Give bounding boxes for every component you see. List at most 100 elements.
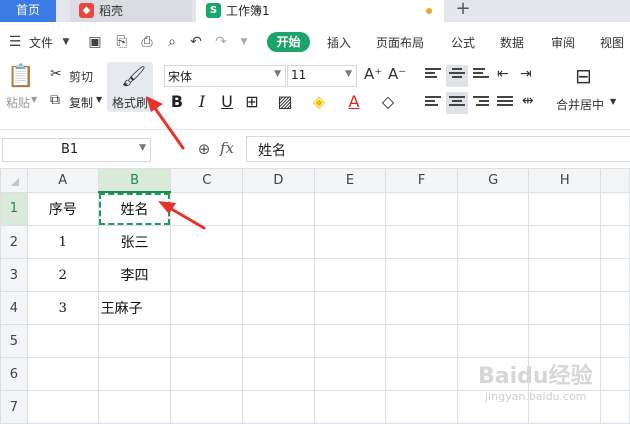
merge-center-icon[interactable]: ⊟ (575, 64, 592, 88)
cell-a6[interactable] (26, 357, 99, 391)
copy-icon[interactable]: ⧉ (50, 92, 60, 108)
paste-icon[interactable]: 📋 (7, 64, 34, 89)
column-header-g[interactable]: G (456, 168, 530, 193)
fx-icon[interactable]: fx (220, 139, 234, 157)
cell-a5[interactable] (26, 324, 99, 358)
cell-b2[interactable]: 张三 (97, 225, 172, 259)
cell-b5[interactable] (97, 324, 172, 358)
align-middle-icon[interactable] (449, 68, 465, 82)
align-right-icon[interactable] (473, 96, 489, 110)
redo-icon[interactable]: ↷ (212, 33, 230, 51)
bold-icon[interactable]: B (168, 92, 186, 111)
increase-font-icon[interactable]: A⁺ (364, 65, 382, 83)
underline-icon[interactable]: U (218, 92, 236, 111)
tab-workbook[interactable]: S 工作簿1 (196, 0, 444, 22)
format-painter-button[interactable]: 🖌 格式刷 (107, 62, 153, 112)
cell-e4[interactable] (313, 291, 387, 325)
fill-pattern-icon[interactable]: ▨ (276, 92, 294, 111)
cell-f6[interactable] (385, 357, 458, 391)
cell-e5[interactable] (313, 324, 387, 358)
cell-h2[interactable] (528, 225, 602, 259)
italic-icon[interactable]: I (193, 92, 211, 111)
border-icon[interactable]: ⊞ (243, 92, 261, 111)
column-header-a[interactable]: A (26, 168, 99, 193)
cell-h5[interactable] (528, 324, 602, 358)
cell-d4[interactable] (242, 291, 315, 325)
cell-c2[interactable] (170, 225, 244, 259)
cell-g1[interactable] (456, 191, 530, 226)
cell-h3[interactable] (528, 258, 602, 292)
column-header-f[interactable]: F (385, 168, 458, 193)
align-left-icon[interactable] (425, 96, 441, 110)
eraser-icon[interactable]: ◇ (379, 92, 397, 111)
print-preview-icon[interactable]: ⌕ (163, 33, 181, 51)
cell-d5[interactable] (242, 324, 315, 358)
menu-page-layout[interactable]: 页面布局 (376, 34, 424, 51)
cell-c5[interactable] (170, 324, 244, 358)
menu-start[interactable]: 开始 (267, 32, 310, 52)
menu-data[interactable]: 数据 (500, 34, 524, 51)
cell-c6[interactable] (170, 357, 244, 391)
cell-f7[interactable] (385, 390, 458, 424)
cell-c1[interactable] (170, 191, 244, 226)
menu-file[interactable]: 文件 (29, 34, 53, 51)
cell-i1[interactable] (600, 191, 630, 226)
cell-i6[interactable] (600, 357, 630, 391)
row-header-7[interactable]: 7 (0, 390, 28, 424)
font-color-icon[interactable]: A (345, 92, 363, 111)
scissors-icon[interactable]: ✂ (50, 66, 62, 82)
hamburger-icon[interactable]: ☰ (6, 33, 24, 51)
cell-e7[interactable] (313, 390, 387, 424)
cell-c3[interactable] (170, 258, 244, 292)
redo-dropdown-icon[interactable]: ▼ (235, 33, 253, 51)
cell-i7[interactable] (600, 390, 630, 424)
cell-f5[interactable] (385, 324, 458, 358)
chevron-down-icon[interactable]: ▼ (57, 33, 75, 51)
cell-c4[interactable] (170, 291, 244, 325)
menu-review[interactable]: 审阅 (551, 34, 575, 51)
cell-a2[interactable]: 1 (26, 225, 99, 259)
align-justify-icon[interactable] (497, 96, 513, 110)
formula-input[interactable]: 姓名 (246, 136, 630, 162)
menu-view[interactable]: 视图 (600, 34, 624, 51)
menu-formula[interactable]: 公式 (451, 34, 475, 51)
name-box[interactable]: B1 ▼ (2, 138, 151, 162)
cell-i5[interactable] (600, 324, 630, 358)
cell-b6[interactable] (97, 357, 172, 391)
column-header-d[interactable]: D (242, 168, 315, 193)
cell-b4[interactable]: 王麻子 (97, 291, 172, 325)
undo-icon[interactable]: ↶ (187, 33, 205, 51)
font-size-select[interactable]: 11 ▼ (287, 65, 357, 87)
cell-i3[interactable] (600, 258, 630, 292)
cell-f1[interactable] (385, 191, 458, 226)
row-header-1[interactable]: 1 (0, 191, 28, 226)
cell-i2[interactable] (600, 225, 630, 259)
cell-b3[interactable]: 李四 (97, 258, 172, 292)
cell-h4[interactable] (528, 291, 602, 325)
column-header-i[interactable] (600, 168, 630, 193)
distribute-icon[interactable]: ⇹ (522, 93, 534, 109)
column-header-b[interactable]: B (97, 168, 172, 193)
select-all-corner[interactable] (0, 168, 28, 193)
merge-center-button[interactable]: 合并居中 (556, 96, 604, 113)
tab-home[interactable]: 首页 (0, 0, 56, 22)
row-header-2[interactable]: 2 (0, 225, 28, 259)
cell-g2[interactable] (456, 225, 530, 259)
cell-d6[interactable] (242, 357, 315, 391)
cell-e1[interactable] (313, 191, 387, 226)
new-tab-button[interactable]: + (452, 0, 474, 22)
cell-b7[interactable] (97, 390, 172, 424)
decrease-font-icon[interactable]: A⁻ (388, 65, 406, 83)
cell-h1[interactable] (528, 191, 602, 226)
cell-a4[interactable]: 3 (26, 291, 99, 325)
cut-button[interactable]: 剪切 (69, 68, 93, 85)
row-header-6[interactable]: 6 (0, 357, 28, 391)
merge-dropdown-icon[interactable]: ▼ (610, 97, 616, 106)
cell-c7[interactable] (170, 390, 244, 424)
align-center-icon[interactable] (449, 96, 465, 110)
cell-b1[interactable]: 姓名 (97, 191, 172, 226)
cell-f3[interactable] (385, 258, 458, 292)
align-top-icon[interactable] (425, 68, 441, 82)
paste-dropdown-icon[interactable]: ▼ (31, 95, 37, 104)
cell-g4[interactable] (456, 291, 530, 325)
